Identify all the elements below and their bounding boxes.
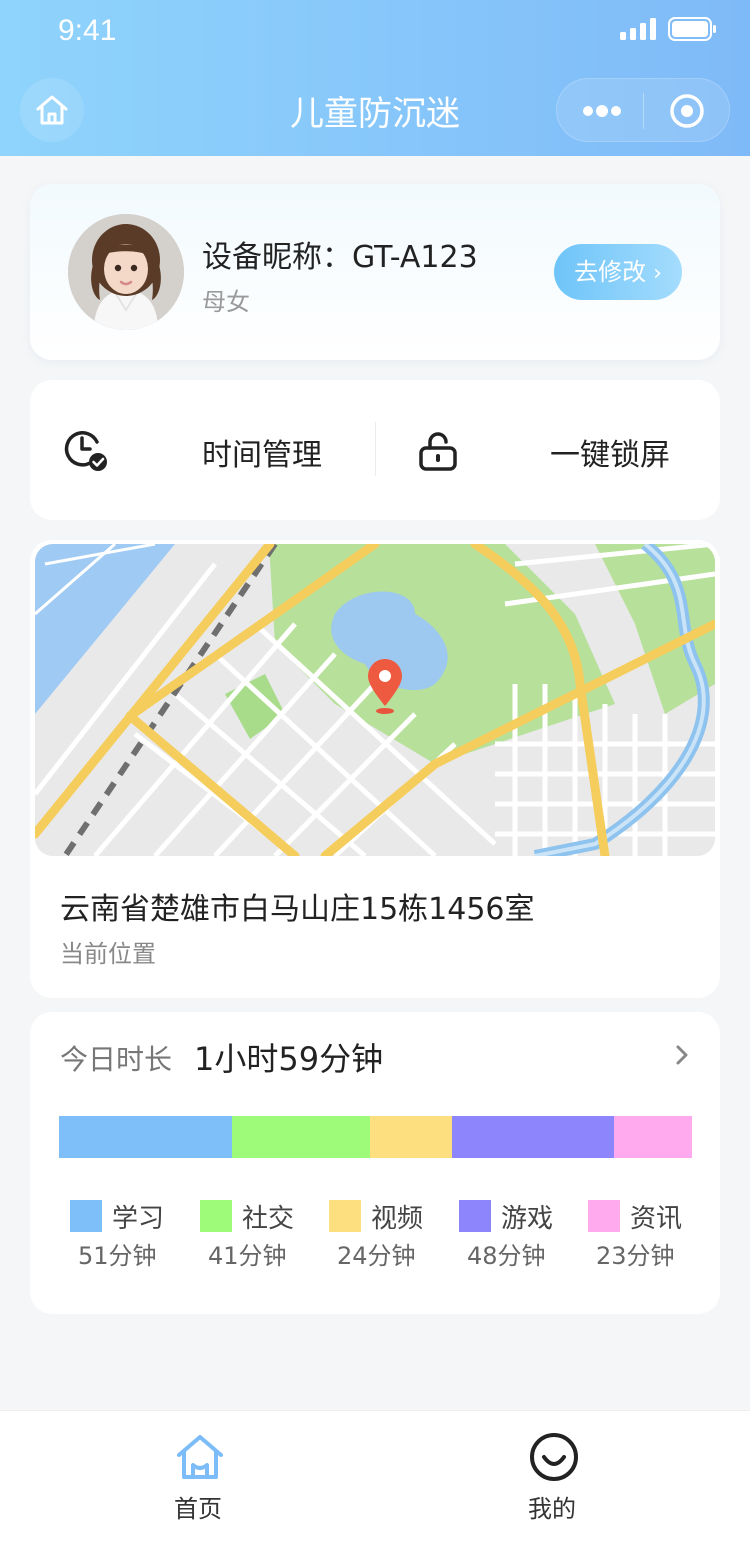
status-time: 9:41 (58, 14, 117, 47)
time-management-label: 时间管理 (202, 438, 322, 473)
avatar (68, 214, 184, 330)
usage-segment (59, 1116, 232, 1158)
device-relation: 母女 (202, 288, 250, 316)
tab-mine[interactable]: 我的 (482, 1411, 622, 1550)
location-subtitle: 当前位置 (60, 940, 156, 968)
legend-value: 51分钟 (78, 1242, 157, 1270)
usage-bar (59, 1116, 692, 1158)
usage-label: 今日时长 (60, 1043, 173, 1076)
usage-segment (231, 1116, 371, 1158)
legend-name: 社交 (242, 1204, 295, 1234)
signal-icon (620, 18, 656, 40)
more-dots-icon (583, 105, 621, 117)
more-button[interactable] (577, 89, 627, 133)
home-tab-icon (177, 1435, 223, 1479)
status-bar: 9:41 (0, 0, 750, 64)
legend-swatch (329, 1200, 361, 1232)
unlock-icon (419, 432, 457, 471)
legend-name: 学习 (112, 1204, 165, 1234)
profile-card: 设备昵称：GT-A123 母女 去修改 › (30, 184, 720, 360)
lock-screen-label: 一键锁屏 (550, 438, 670, 473)
edit-button-label: 去修改 (574, 258, 647, 286)
tab-home-label: 首页 (174, 1495, 222, 1523)
chevron-right-icon[interactable] (670, 1042, 694, 1068)
legend-name: 游戏 (501, 1204, 554, 1234)
usage-segment (370, 1116, 452, 1158)
usage-segment (451, 1116, 615, 1158)
legend-swatch (70, 1200, 102, 1232)
device-nickname: 设备昵称：GT-A123 (202, 240, 478, 275)
tab-mine-label: 我的 (528, 1495, 576, 1523)
capsule-divider (643, 93, 644, 129)
legend-value: 48分钟 (467, 1242, 546, 1270)
header: 9:41 儿童防沉迷 (0, 0, 750, 156)
tab-home[interactable]: 首页 (128, 1411, 268, 1550)
smiley-icon (530, 1433, 578, 1481)
edit-button[interactable]: 去修改 › (554, 244, 682, 300)
battery-icon (668, 17, 716, 41)
legend-swatch (459, 1200, 491, 1232)
actions-card: 时间管理 一键锁屏 (30, 380, 720, 520)
legend-swatch (588, 1200, 620, 1232)
current-address: 云南省楚雄市白马山庄15栋1456室 (60, 892, 535, 927)
usage-card[interactable]: 今日时长 1小时59分钟 学习 51分钟 社交 41分钟 视频 24分钟 游戏 48分钟 资讯 2… (30, 1012, 720, 1314)
usage-segment (614, 1116, 692, 1158)
close-button[interactable] (665, 89, 709, 133)
nav-bar: 儿童防沉迷 (0, 64, 750, 156)
location-card: 云南省楚雄市白马山庄15栋1456室 当前位置 (30, 540, 720, 998)
legend-name: 视频 (371, 1204, 424, 1234)
actions-divider (375, 422, 376, 476)
target-icon (670, 94, 704, 128)
legend-value: 24分钟 (337, 1242, 416, 1270)
legend-swatch (200, 1200, 232, 1232)
map[interactable] (35, 544, 715, 856)
legend-name: 资讯 (630, 1204, 683, 1234)
legend-value: 41分钟 (208, 1242, 287, 1270)
clock-check-icon (64, 431, 107, 471)
chevron-right-icon: › (646, 261, 662, 286)
capsule-menu (556, 78, 730, 142)
usage-total: 1小时59分钟 (194, 1040, 384, 1078)
legend-value: 23分钟 (596, 1242, 675, 1270)
tab-bar: 首页 我的 (0, 1410, 750, 1550)
